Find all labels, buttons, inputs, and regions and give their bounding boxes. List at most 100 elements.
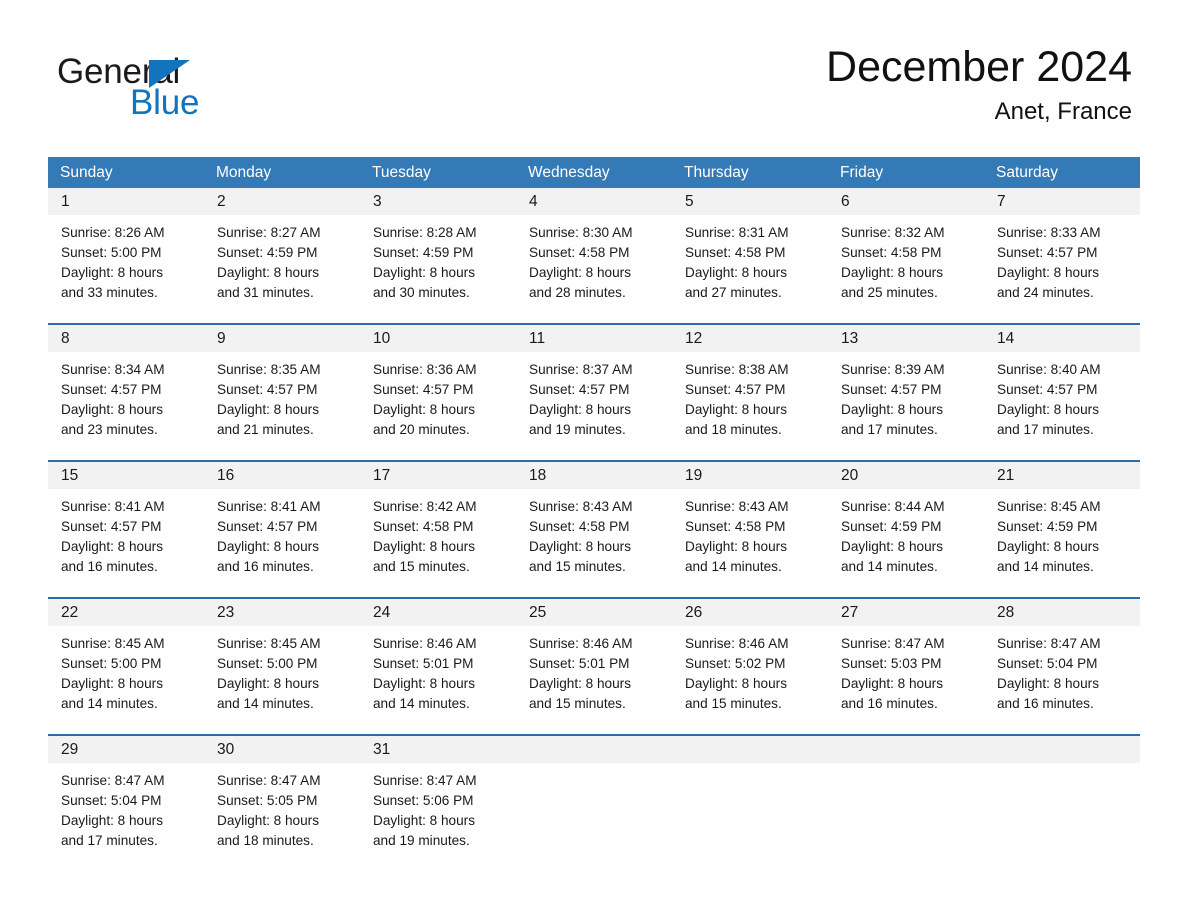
- day-number-empty: [828, 736, 984, 763]
- day-cell: Sunrise: 8:34 AM Sunset: 4:57 PM Dayligh…: [48, 352, 204, 460]
- day-number[interactable]: 27: [828, 599, 984, 626]
- day-number[interactable]: 8: [48, 325, 204, 352]
- sunset-text: Sunset: 5:02 PM: [685, 656, 786, 671]
- daylight-text-line2: and 15 minutes.: [685, 696, 782, 711]
- day-number[interactable]: 14: [984, 325, 1140, 352]
- day-cell: Sunrise: 8:45 AM Sunset: 4:59 PM Dayligh…: [984, 489, 1140, 597]
- daylight-text-line1: Daylight: 8 hours: [841, 539, 944, 554]
- day-number[interactable]: 19: [672, 462, 828, 489]
- day-number[interactable]: 26: [672, 599, 828, 626]
- daylight-text-line1: Daylight: 8 hours: [217, 265, 320, 280]
- day-cell: Sunrise: 8:47 AM Sunset: 5:05 PM Dayligh…: [204, 763, 360, 871]
- day-number[interactable]: 17: [360, 462, 516, 489]
- day-number[interactable]: 1: [48, 188, 204, 215]
- day-number[interactable]: 11: [516, 325, 672, 352]
- day-number[interactable]: 3: [360, 188, 516, 215]
- daylight-text-line1: Daylight: 8 hours: [841, 676, 944, 691]
- day-cell: Sunrise: 8:43 AM Sunset: 4:58 PM Dayligh…: [672, 489, 828, 597]
- week-info-band: Sunrise: 8:47 AM Sunset: 5:04 PM Dayligh…: [48, 763, 1140, 871]
- sunrise-text: Sunrise: 8:31 AM: [685, 225, 789, 240]
- day-number[interactable]: 12: [672, 325, 828, 352]
- title-block: December 2024 Anet, France: [826, 44, 1132, 126]
- daylight-text-line2: and 33 minutes.: [61, 285, 158, 300]
- sunrise-text: Sunrise: 8:42 AM: [373, 499, 477, 514]
- day-cell: Sunrise: 8:47 AM Sunset: 5:06 PM Dayligh…: [360, 763, 516, 871]
- day-cell: Sunrise: 8:44 AM Sunset: 4:59 PM Dayligh…: [828, 489, 984, 597]
- sunrise-text: Sunrise: 8:45 AM: [997, 499, 1101, 514]
- day-number[interactable]: 23: [204, 599, 360, 626]
- daylight-text-line2: and 14 minutes.: [217, 696, 314, 711]
- day-cell: Sunrise: 8:46 AM Sunset: 5:02 PM Dayligh…: [672, 626, 828, 734]
- day-number[interactable]: 13: [828, 325, 984, 352]
- daylight-text-line2: and 25 minutes.: [841, 285, 938, 300]
- week-dates-band: 8 9 10 11 12 13 14: [48, 325, 1140, 352]
- sunrise-text: Sunrise: 8:28 AM: [373, 225, 477, 240]
- daylight-text-line2: and 20 minutes.: [373, 422, 470, 437]
- day-cell: Sunrise: 8:46 AM Sunset: 5:01 PM Dayligh…: [360, 626, 516, 734]
- sunrise-text: Sunrise: 8:47 AM: [61, 773, 165, 788]
- day-cell: Sunrise: 8:32 AM Sunset: 4:58 PM Dayligh…: [828, 215, 984, 323]
- weekday-header-monday: Monday: [216, 164, 272, 181]
- sunset-text: Sunset: 4:59 PM: [997, 519, 1098, 534]
- day-number[interactable]: 31: [360, 736, 516, 763]
- daylight-text-line2: and 14 minutes.: [841, 559, 938, 574]
- day-number[interactable]: 6: [828, 188, 984, 215]
- weekday-header-saturday: Saturday: [996, 164, 1059, 181]
- daylight-text-line1: Daylight: 8 hours: [529, 402, 632, 417]
- day-cell-empty: [984, 763, 1140, 871]
- sunrise-text: Sunrise: 8:30 AM: [529, 225, 633, 240]
- day-number[interactable]: 2: [204, 188, 360, 215]
- daylight-text-line2: and 16 minutes.: [61, 559, 158, 574]
- daylight-text-line2: and 14 minutes.: [373, 696, 470, 711]
- day-number[interactable]: 15: [48, 462, 204, 489]
- daylight-text-line1: Daylight: 8 hours: [997, 676, 1100, 691]
- sunrise-text: Sunrise: 8:33 AM: [997, 225, 1101, 240]
- daylight-text-line2: and 21 minutes.: [217, 422, 314, 437]
- sunset-text: Sunset: 4:57 PM: [997, 245, 1098, 260]
- daylight-text-line2: and 15 minutes.: [529, 696, 626, 711]
- day-number[interactable]: 24: [360, 599, 516, 626]
- day-number[interactable]: 7: [984, 188, 1140, 215]
- daylight-text-line2: and 14 minutes.: [61, 696, 158, 711]
- day-cell: Sunrise: 8:38 AM Sunset: 4:57 PM Dayligh…: [672, 352, 828, 460]
- day-number[interactable]: 10: [360, 325, 516, 352]
- sunset-text: Sunset: 4:57 PM: [373, 382, 474, 397]
- day-number[interactable]: 5: [672, 188, 828, 215]
- daylight-text-line2: and 27 minutes.: [685, 285, 782, 300]
- daylight-text-line2: and 23 minutes.: [61, 422, 158, 437]
- page-title: December 2024: [826, 43, 1132, 91]
- day-number[interactable]: 22: [48, 599, 204, 626]
- daylight-text-line1: Daylight: 8 hours: [997, 265, 1100, 280]
- daylight-text-line2: and 31 minutes.: [217, 285, 314, 300]
- day-number[interactable]: 25: [516, 599, 672, 626]
- sunset-text: Sunset: 5:01 PM: [529, 656, 630, 671]
- day-cell: Sunrise: 8:45 AM Sunset: 5:00 PM Dayligh…: [48, 626, 204, 734]
- daylight-text-line1: Daylight: 8 hours: [841, 265, 944, 280]
- day-cell: Sunrise: 8:43 AM Sunset: 4:58 PM Dayligh…: [516, 489, 672, 597]
- sunset-text: Sunset: 4:57 PM: [997, 382, 1098, 397]
- day-number[interactable]: 20: [828, 462, 984, 489]
- day-number[interactable]: 9: [204, 325, 360, 352]
- day-number[interactable]: 29: [48, 736, 204, 763]
- day-number[interactable]: 21: [984, 462, 1140, 489]
- day-cell: Sunrise: 8:46 AM Sunset: 5:01 PM Dayligh…: [516, 626, 672, 734]
- weekday-header-row: Sunday Monday Tuesday Wednesday Thursday…: [48, 157, 1140, 188]
- day-number[interactable]: 18: [516, 462, 672, 489]
- daylight-text-line1: Daylight: 8 hours: [529, 539, 632, 554]
- day-cell: Sunrise: 8:47 AM Sunset: 5:04 PM Dayligh…: [984, 626, 1140, 734]
- daylight-text-line2: and 19 minutes.: [529, 422, 626, 437]
- day-number[interactable]: 30: [204, 736, 360, 763]
- sunset-text: Sunset: 5:05 PM: [217, 793, 318, 808]
- sunrise-text: Sunrise: 8:41 AM: [217, 499, 321, 514]
- day-cell: Sunrise: 8:37 AM Sunset: 4:57 PM Dayligh…: [516, 352, 672, 460]
- day-number[interactable]: 16: [204, 462, 360, 489]
- sunrise-text: Sunrise: 8:46 AM: [685, 636, 789, 651]
- sunset-text: Sunset: 4:57 PM: [841, 382, 942, 397]
- daylight-text-line1: Daylight: 8 hours: [685, 402, 788, 417]
- sunset-text: Sunset: 4:58 PM: [529, 245, 630, 260]
- day-number[interactable]: 28: [984, 599, 1140, 626]
- sunrise-text: Sunrise: 8:47 AM: [373, 773, 477, 788]
- day-cell-empty: [516, 763, 672, 871]
- daylight-text-line1: Daylight: 8 hours: [217, 676, 320, 691]
- day-number[interactable]: 4: [516, 188, 672, 215]
